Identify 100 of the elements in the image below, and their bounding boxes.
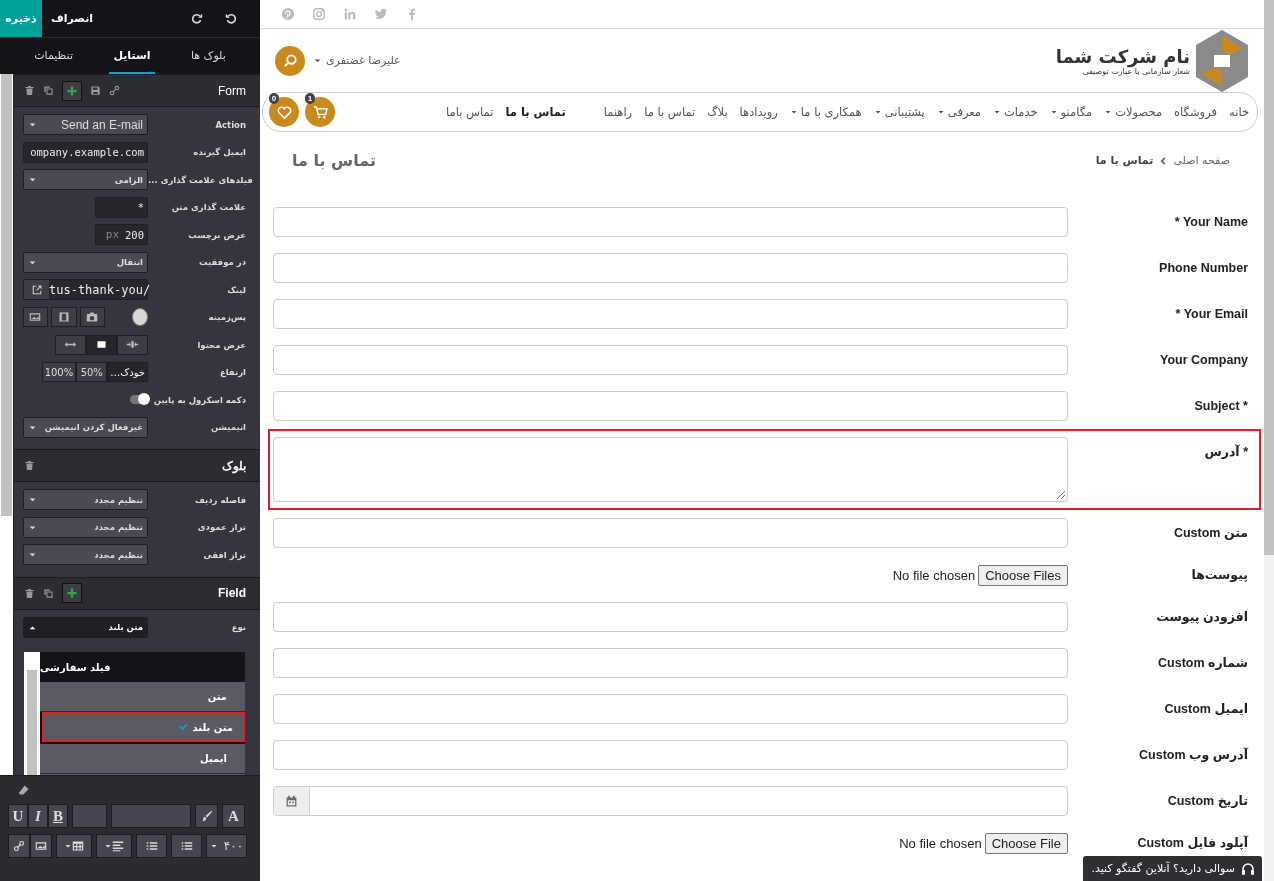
panel-tab[interactable]: بلوک ها bbox=[186, 38, 230, 74]
menu-link[interactable]: رویدادها bbox=[739, 105, 778, 119]
scrollbar[interactable] bbox=[0, 74, 14, 775]
text-input[interactable] bbox=[273, 648, 1068, 678]
text-input[interactable] bbox=[273, 391, 1068, 421]
panel-tab[interactable]: تنظیمات bbox=[30, 38, 77, 74]
list-button[interactable] bbox=[136, 834, 167, 858]
option-select[interactable]: الزامی bbox=[23, 169, 148, 191]
align-icon bbox=[112, 840, 124, 852]
format-button[interactable]: I bbox=[28, 804, 48, 828]
height-option[interactable]: 50% bbox=[76, 362, 108, 383]
plus-icon bbox=[66, 84, 78, 97]
table-button[interactable] bbox=[56, 834, 92, 858]
search-button[interactable] bbox=[275, 45, 305, 76]
link-icon[interactable] bbox=[109, 85, 120, 96]
option-select[interactable]: تنظیم مجدد bbox=[23, 544, 148, 566]
trash-icon[interactable] bbox=[24, 85, 35, 96]
list-button[interactable] bbox=[171, 834, 202, 858]
option-select[interactable]: انتقال bbox=[23, 251, 148, 273]
chat-toast[interactable]: سوالی دارید؟ آنلاین گفتگو کنید. bbox=[1083, 856, 1262, 881]
add-button[interactable] bbox=[62, 583, 82, 603]
external-link-icon[interactable] bbox=[30, 283, 43, 296]
format-button[interactable]: U bbox=[8, 804, 28, 828]
field-label: Subject * bbox=[1193, 398, 1249, 415]
resize-grip-icon[interactable] bbox=[1057, 491, 1065, 499]
menu-link[interactable]: محصولات bbox=[1104, 105, 1163, 119]
choose-file-button[interactable]: Choose File bbox=[984, 832, 1068, 854]
option-select[interactable]: غیرفعال کردن انیمیشن bbox=[23, 416, 148, 438]
scrollbar[interactable] bbox=[1264, 0, 1274, 881]
heart-icon bbox=[276, 104, 292, 120]
choose-file-button[interactable]: Choose Files bbox=[978, 564, 1068, 586]
count-badge: 0 bbox=[269, 93, 279, 104]
text-input[interactable] bbox=[273, 518, 1068, 548]
redo-icon[interactable] bbox=[190, 12, 203, 25]
trash-icon[interactable] bbox=[24, 587, 35, 599]
align-button[interactable] bbox=[96, 834, 132, 858]
calendar-icon[interactable] bbox=[285, 794, 298, 808]
link-button[interactable] bbox=[8, 834, 30, 858]
toggle-switch[interactable] bbox=[130, 395, 148, 405]
text-input[interactable] bbox=[273, 299, 1068, 329]
trash-icon[interactable] bbox=[24, 460, 35, 471]
width-option[interactable] bbox=[86, 334, 117, 355]
text-input[interactable] bbox=[273, 253, 1068, 283]
menu-link[interactable]: بلاگ bbox=[707, 105, 728, 119]
camera-icon bbox=[86, 311, 99, 324]
height-option[interactable]: 100% bbox=[41, 362, 77, 383]
menu-link[interactable]: پشتیبانی bbox=[873, 105, 925, 119]
video-button[interactable] bbox=[50, 307, 77, 328]
menu-link[interactable]: تماس باما bbox=[446, 105, 494, 119]
menu-item[interactable]: متن بلند bbox=[42, 712, 245, 742]
text-input[interactable] bbox=[273, 740, 1068, 770]
text-field[interactable]: * bbox=[95, 196, 148, 218]
image-icon bbox=[35, 840, 47, 852]
field-label: * Your Name bbox=[1173, 214, 1249, 231]
breadcrumb-link[interactable]: صفحه اصلی bbox=[1173, 154, 1230, 167]
width-option[interactable] bbox=[117, 334, 148, 355]
text-input[interactable] bbox=[273, 345, 1068, 375]
add-button[interactable] bbox=[62, 80, 82, 101]
text-field[interactable]: ompany.example.com bbox=[23, 141, 148, 163]
menu-link[interactable]: راهنما bbox=[603, 105, 633, 119]
menu-link[interactable]: خدمات bbox=[992, 105, 1038, 119]
option-select[interactable]: Send an E-mail bbox=[23, 114, 148, 136]
text-input[interactable] bbox=[273, 207, 1068, 237]
format-button[interactable]: B bbox=[48, 804, 68, 828]
text-color-button[interactable]: A bbox=[222, 804, 245, 828]
image-button[interactable] bbox=[23, 307, 48, 328]
selected-field-outline[interactable]: آدرس * bbox=[268, 429, 1261, 510]
option-select[interactable]: تنظیم مجدد bbox=[23, 489, 148, 511]
font-size-select[interactable]: ۴۰۰ bbox=[206, 834, 247, 858]
menu-link[interactable]: فروشگاه bbox=[1174, 105, 1217, 119]
menu-item[interactable]: ایمیل bbox=[40, 744, 245, 774]
eraser-icon[interactable] bbox=[18, 784, 30, 796]
color-swatch[interactable] bbox=[131, 308, 148, 327]
number-field[interactable]: px 200 bbox=[95, 224, 148, 246]
url-field[interactable]: tus-thank-you/ bbox=[23, 279, 148, 301]
copy-icon[interactable] bbox=[43, 85, 54, 96]
undo-icon[interactable] bbox=[225, 12, 238, 25]
height-option[interactable]: خودک… bbox=[107, 362, 148, 383]
option-select[interactable]: متن بلند bbox=[23, 616, 148, 638]
user-menu[interactable]: علیرضا غضنفری bbox=[313, 54, 401, 67]
save-icon[interactable] bbox=[90, 85, 101, 96]
menu-link[interactable]: تماس با ما bbox=[505, 105, 566, 119]
field-label: * Your Email bbox=[1174, 306, 1249, 323]
discard-button[interactable]: انصراف bbox=[42, 0, 102, 37]
width-option[interactable] bbox=[55, 334, 86, 355]
menu-link[interactable]: تماس با ما bbox=[644, 105, 696, 119]
image-button[interactable] bbox=[30, 834, 52, 858]
menu-link[interactable]: همکاری با ما bbox=[789, 105, 862, 119]
menu-link[interactable]: مگامنو bbox=[1049, 105, 1093, 119]
menu-link[interactable]: معرفی bbox=[936, 105, 981, 119]
menu-link[interactable]: خانه bbox=[1229, 105, 1249, 119]
brush-button[interactable] bbox=[195, 804, 218, 828]
menu-item[interactable]: متن bbox=[40, 682, 245, 712]
text-input[interactable] bbox=[273, 694, 1068, 724]
breadcrumb-link[interactable]: تماس با ما bbox=[1095, 154, 1154, 167]
text-input[interactable] bbox=[273, 602, 1068, 632]
date-input[interactable] bbox=[273, 786, 1068, 816]
camera-button[interactable] bbox=[80, 307, 105, 328]
copy-icon[interactable] bbox=[43, 587, 54, 599]
option-select[interactable]: تنظیم مجدد bbox=[23, 516, 148, 538]
